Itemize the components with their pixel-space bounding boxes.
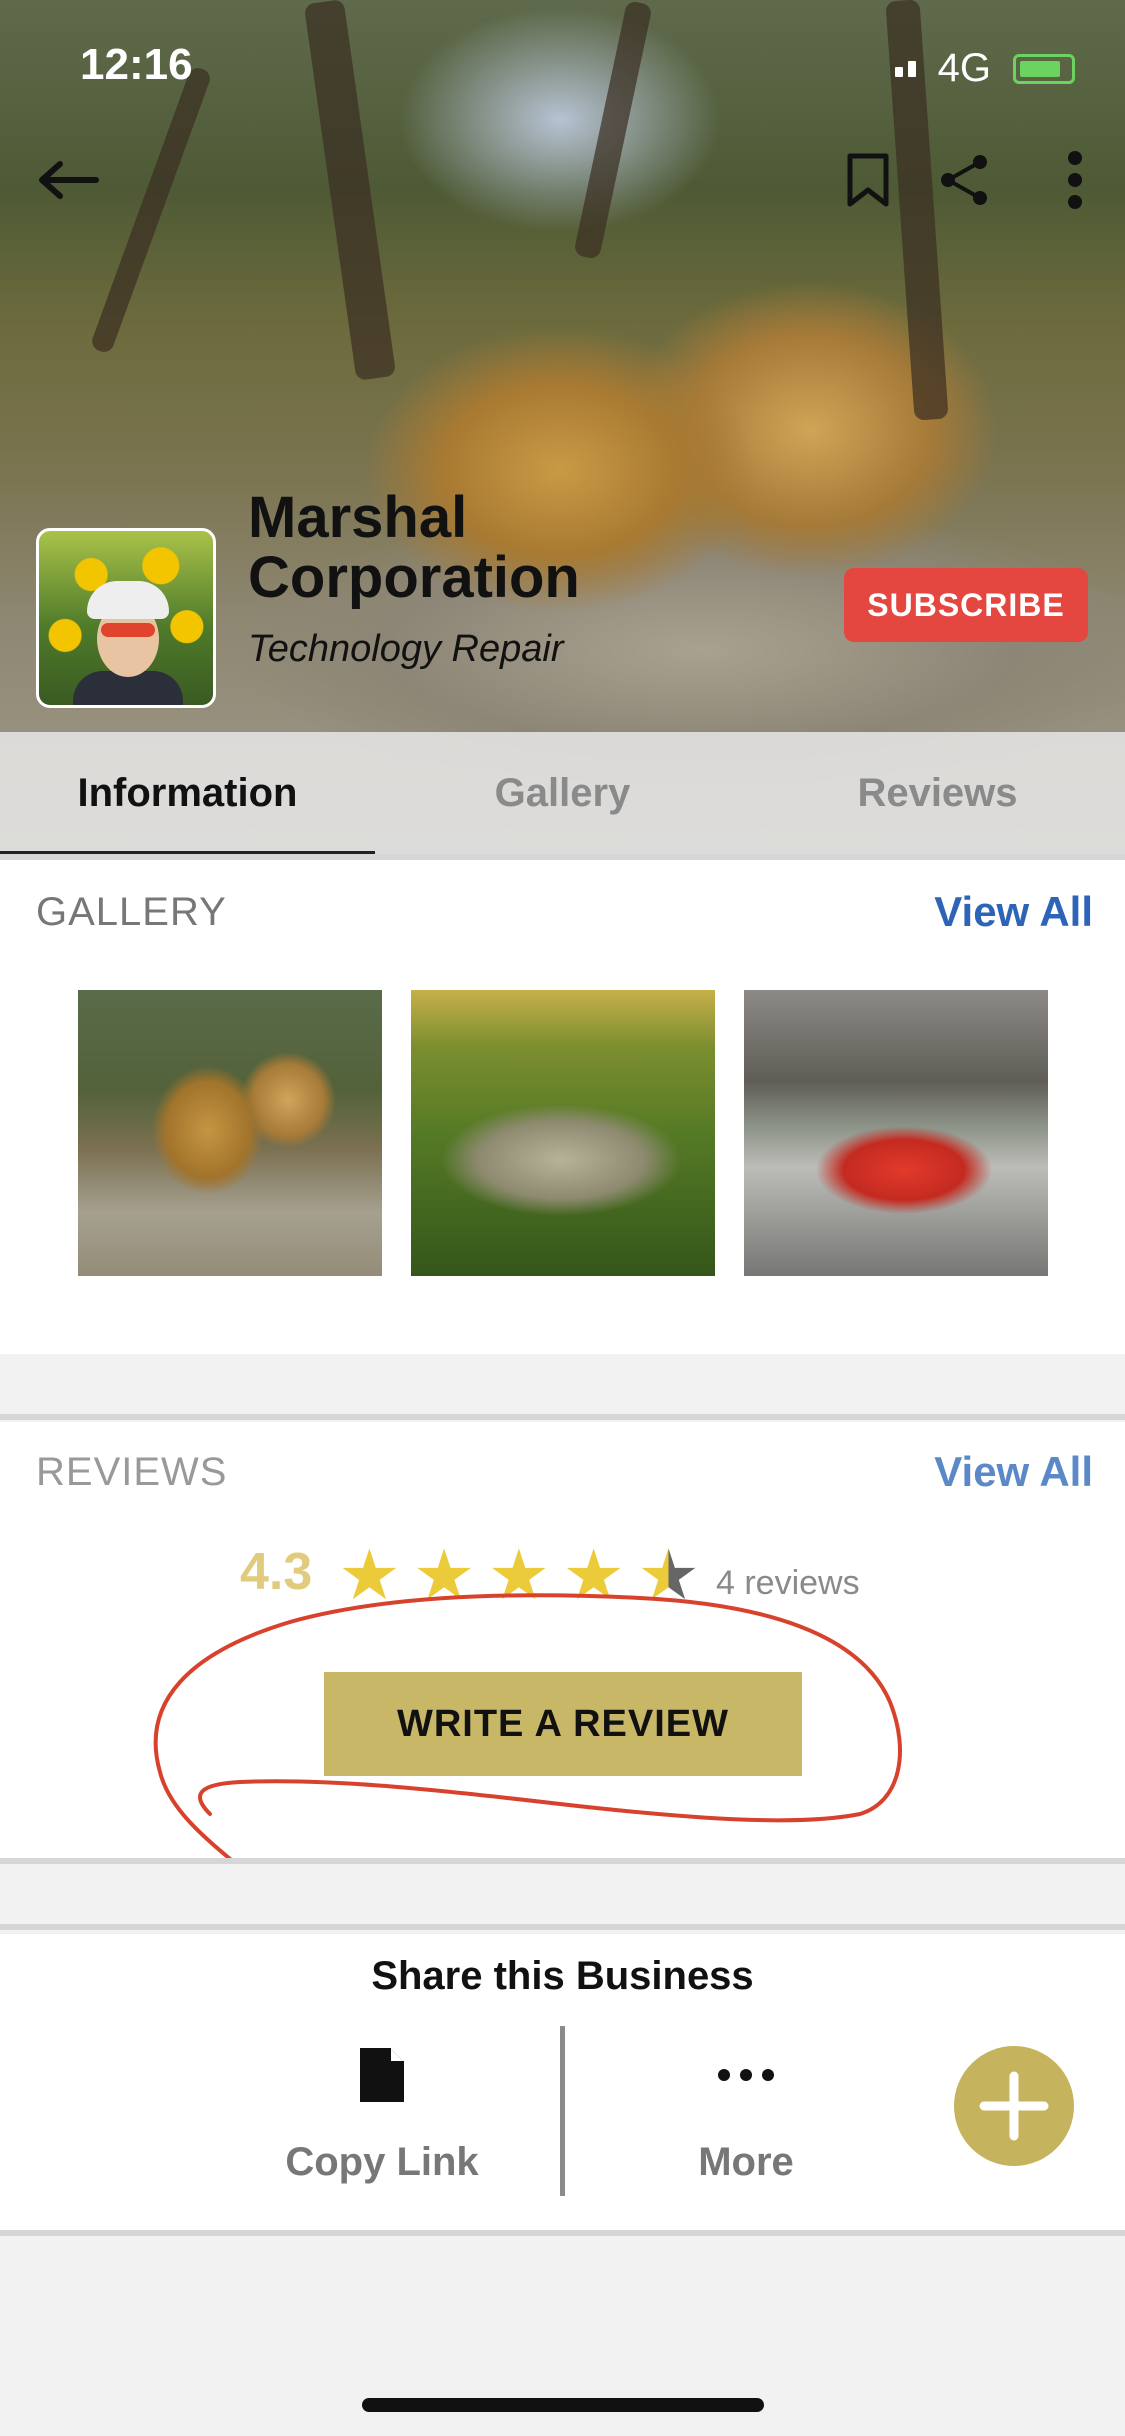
business-name: Marshal Corporation	[248, 488, 668, 608]
cover-image: 12:16 4G Marshal Corporation Technology …	[0, 0, 1125, 860]
copy-link-button[interactable]: Copy Link	[252, 2044, 512, 2224]
business-logo	[36, 528, 216, 708]
status-time: 12:16	[80, 40, 193, 89]
rating-stars: ★ ★ ★ ★ ★	[338, 1540, 700, 1610]
business-name-line2: Corporation	[248, 545, 580, 610]
write-review-button[interactable]: WRITE A REVIEW	[324, 1672, 802, 1776]
copy-link-label: Copy Link	[285, 2140, 479, 2184]
star-icon: ★	[412, 1536, 476, 1614]
reviews-section: REVIEWS View All 4.3 ★ ★ ★ ★ ★ 4 reviews…	[0, 1422, 1125, 1858]
plus-icon	[979, 2071, 1049, 2141]
bookmark-button[interactable]	[828, 140, 908, 220]
gallery-view-all-link[interactable]: View All	[934, 888, 1093, 936]
reviews-title: REVIEWS	[36, 1450, 228, 1494]
more-button[interactable]	[1040, 140, 1110, 220]
star-icon: ★	[338, 1536, 401, 1614]
business-name-line1: Marshal	[248, 485, 468, 550]
home-indicator[interactable]	[362, 2398, 764, 2412]
document-icon	[360, 2048, 404, 2102]
arrow-left-icon	[39, 161, 99, 199]
divider	[0, 1924, 1125, 1930]
subscribe-button[interactable]: SUBSCRIBE	[844, 568, 1088, 642]
tab-information[interactable]: Information	[0, 732, 375, 854]
battery-icon	[1013, 53, 1075, 84]
star-half-icon: ★	[637, 1536, 700, 1614]
gallery-thumbnail[interactable]	[411, 990, 715, 1276]
star-icon: ★	[562, 1536, 626, 1614]
share-icon	[941, 155, 987, 205]
status-indicators: 4G	[894, 46, 1075, 91]
section-spacer	[0, 1354, 1125, 1416]
tab-bar: Information Gallery Reviews	[0, 732, 1125, 854]
network-label: 4G	[937, 46, 991, 90]
more-share-button[interactable]: More	[616, 2044, 876, 2224]
bookmark-icon	[847, 153, 889, 207]
tab-reviews[interactable]: Reviews	[750, 732, 1125, 854]
add-fab-button[interactable]	[954, 2046, 1074, 2166]
gallery-section: GALLERY View All	[0, 860, 1125, 1354]
share-divider	[560, 2026, 565, 2196]
share-button[interactable]	[924, 140, 1004, 220]
signal-icon	[894, 60, 916, 77]
tab-gallery[interactable]: Gallery	[375, 732, 750, 854]
back-button[interactable]	[28, 140, 108, 220]
gallery-thumbnail[interactable]	[78, 990, 382, 1276]
divider	[0, 1858, 1125, 1864]
review-count: 4 reviews	[716, 1564, 860, 1602]
share-title: Share this Business	[371, 1954, 754, 1998]
more-label: More	[698, 2140, 794, 2184]
more-horizontal-icon	[718, 2069, 774, 2081]
reviews-view-all-link[interactable]: View All	[934, 1448, 1093, 1496]
gallery-title: GALLERY	[36, 890, 227, 934]
star-icon: ★	[487, 1536, 551, 1614]
more-vertical-icon	[1068, 151, 1082, 209]
gallery-thumbnail[interactable]	[744, 990, 1048, 1276]
divider	[0, 1414, 1125, 1420]
share-section: Share this Business Copy Link More	[0, 1934, 1125, 2230]
business-category: Technology Repair	[248, 628, 564, 670]
rating-value: 4.3	[240, 1543, 313, 1601]
